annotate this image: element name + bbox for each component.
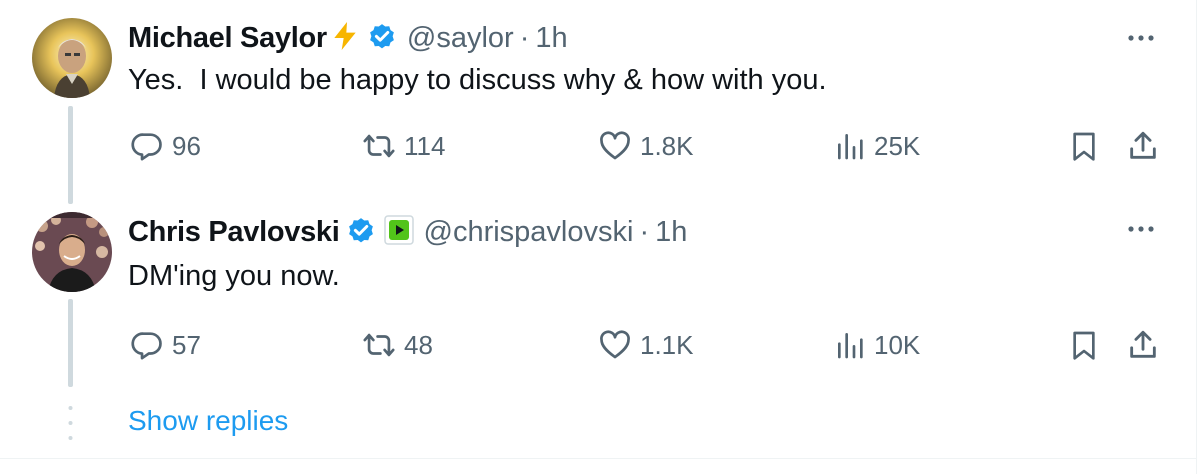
- views-button[interactable]: 25K: [834, 129, 920, 163]
- reply-icon: [131, 133, 162, 161]
- like-button[interactable]: 1.1K: [598, 328, 694, 362]
- views-button[interactable]: 10K: [834, 328, 920, 362]
- repost-icon: [363, 134, 395, 158]
- bookmark-icon: [1073, 132, 1095, 161]
- repost-count: 114: [404, 130, 446, 161]
- tweet-pavlovski[interactable]: Chris Pavlovski @chrispavlovski · 1h DM'…: [0, 197, 1196, 392]
- more-options-icon[interactable]: [1126, 219, 1156, 239]
- tweet-header: Michael Saylor @saylor · 1h: [128, 20, 568, 56]
- show-replies-link[interactable]: Show replies: [128, 405, 288, 437]
- bookmark-icon: [1073, 331, 1095, 360]
- separator-dot: ·: [519, 21, 530, 54]
- affiliate-badge-icon[interactable]: [383, 214, 414, 250]
- thread-bottom-border: [0, 458, 1197, 459]
- tweet-saylor[interactable]: Michael Saylor @saylor · 1h Yes. I would…: [0, 0, 1196, 204]
- like-count: 1.1K: [640, 329, 694, 360]
- views-chart-icon: [838, 333, 863, 359]
- separator-dot: ·: [639, 215, 650, 248]
- views-chart-icon: [838, 134, 863, 160]
- reply-button[interactable]: 96: [130, 129, 201, 163]
- reply-count: 57: [172, 329, 201, 360]
- repost-icon: [363, 333, 395, 357]
- more-replies-dots-icon: [68, 404, 73, 442]
- share-button[interactable]: [1126, 328, 1160, 362]
- verified-badge-icon[interactable]: [367, 21, 397, 56]
- share-icon: [1130, 131, 1156, 159]
- user-handle[interactable]: @chrispavlovski: [424, 216, 634, 249]
- share-icon: [1130, 330, 1156, 358]
- display-name[interactable]: Chris Pavlovski: [128, 216, 340, 249]
- tweet-header: Chris Pavlovski @chrispavlovski · 1h: [128, 214, 687, 250]
- repost-count: 48: [404, 329, 433, 360]
- timestamp[interactable]: 1h: [535, 22, 567, 55]
- heart-icon: [600, 330, 630, 359]
- tweet-text: Yes. I would be happy to discuss why & h…: [128, 64, 827, 96]
- bookmark-button[interactable]: [1068, 328, 1100, 362]
- more-options-icon[interactable]: [1126, 28, 1156, 48]
- avatar[interactable]: [32, 18, 112, 98]
- reply-icon: [131, 332, 162, 360]
- tweet-text: DM'ing you now.: [128, 260, 340, 292]
- timestamp[interactable]: 1h: [655, 216, 687, 249]
- display-name[interactable]: Michael Saylor: [128, 22, 327, 55]
- user-handle[interactable]: @saylor: [407, 22, 514, 55]
- reply-count: 96: [172, 130, 201, 161]
- column-right-border: [1196, 0, 1197, 474]
- views-count: 10K: [874, 329, 921, 360]
- thread-connector-line: [68, 299, 73, 387]
- like-count: 1.8K: [640, 130, 694, 161]
- thread-connector-line: [68, 106, 73, 204]
- bookmark-button[interactable]: [1068, 129, 1100, 163]
- avatar[interactable]: [32, 212, 112, 292]
- repost-button[interactable]: 114: [362, 129, 445, 163]
- heart-icon: [600, 131, 630, 160]
- views-count: 25K: [874, 130, 921, 161]
- lightning-bolt-icon: [329, 20, 361, 57]
- verified-badge-icon[interactable]: [346, 215, 376, 250]
- like-button[interactable]: 1.8K: [598, 129, 694, 163]
- share-button[interactable]: [1126, 129, 1160, 163]
- repost-button[interactable]: 48: [362, 328, 433, 362]
- reply-button[interactable]: 57: [130, 328, 201, 362]
